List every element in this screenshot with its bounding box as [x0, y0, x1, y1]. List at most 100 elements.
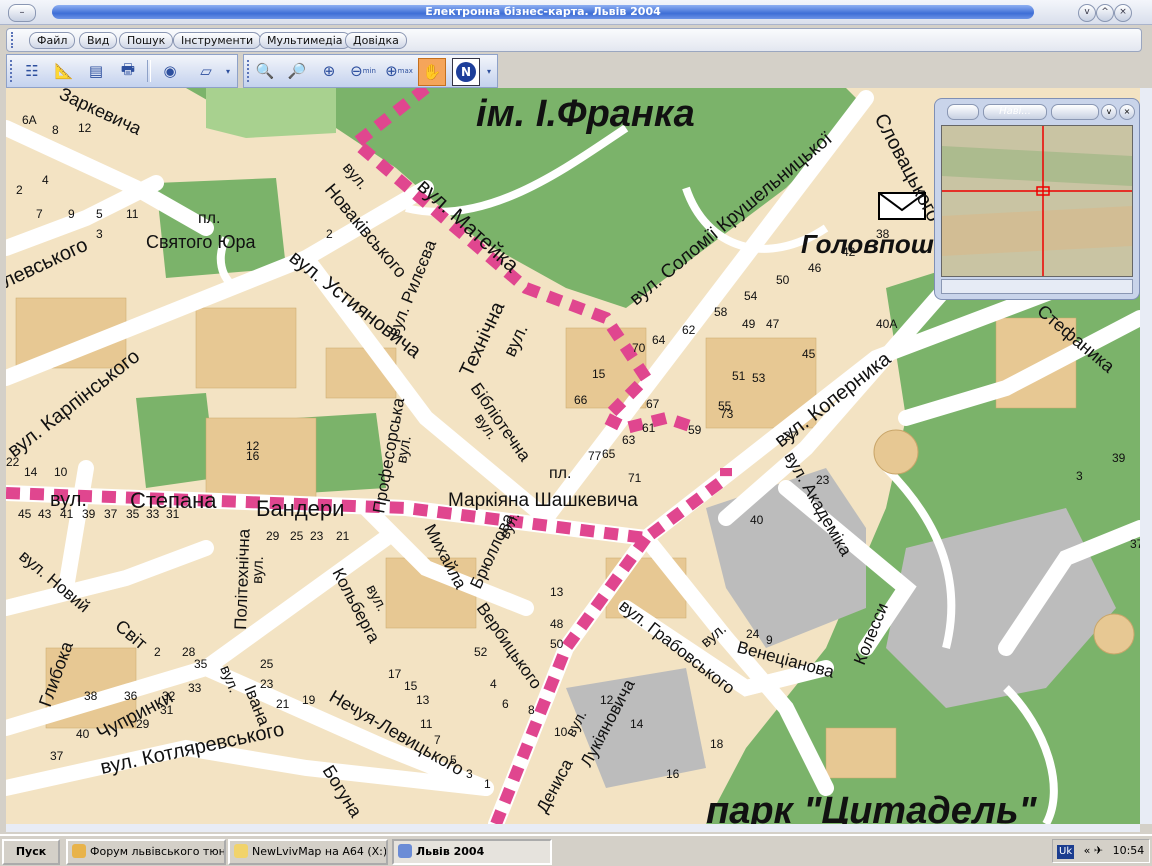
navigator-title: Наві... — [983, 104, 1047, 120]
language-indicator[interactable]: Uk — [1057, 845, 1075, 859]
house-number: 38 — [84, 689, 98, 703]
toolbar-separator — [147, 60, 151, 82]
street-ivana-prefix: вул. — [216, 663, 242, 695]
house-number: 37 — [50, 749, 64, 763]
house-number: 55 — [718, 399, 732, 413]
pan-hand-icon[interactable]: ✋ — [418, 58, 446, 86]
house-number: 45 — [18, 507, 32, 521]
house-number: 37 — [104, 507, 118, 521]
house-number: 33 — [146, 507, 160, 521]
street-novakivskoho: Новаківського — [321, 180, 411, 282]
map-vertical-scrollbar[interactable] — [1140, 88, 1152, 824]
house-number: 25 — [260, 657, 274, 671]
eye-icon[interactable]: ◉ — [157, 58, 183, 84]
house-number: 40 — [750, 513, 764, 527]
task-folder[interactable]: NewLvivMap на A64 (X:) — [228, 839, 388, 865]
house-number: 5 — [96, 207, 103, 221]
menu-tools[interactable]: Інструменти — [173, 32, 262, 49]
print-icon[interactable]: 🖶 — [115, 58, 141, 84]
menu-search[interactable]: Пошук — [119, 32, 174, 49]
eraser-icon[interactable]: ▱ — [193, 58, 219, 84]
menu-multimedia[interactable]: Мультимедіа — [259, 32, 351, 49]
tray-arrows-icon[interactable]: « — [1084, 844, 1091, 857]
house-number: 3 — [466, 767, 473, 781]
house-number: 63 — [622, 433, 636, 447]
house-number: 2 — [326, 227, 333, 241]
maximize-button[interactable]: ^ — [1096, 4, 1114, 22]
house-number: 9 — [68, 207, 75, 221]
zoom-out-icon[interactable]: 🔍 — [252, 58, 278, 84]
overview-minimap[interactable] — [941, 125, 1133, 277]
house-number: 3 — [1076, 469, 1083, 483]
house-number: 62 — [682, 323, 696, 337]
system-menu-button[interactable]: – — [8, 4, 36, 22]
house-number: 53 — [752, 371, 766, 385]
house-number: 11 — [126, 207, 139, 221]
layers-tree-icon[interactable]: ☷ — [19, 58, 45, 84]
sv-yura-name-label: Святого Юра — [146, 232, 257, 252]
zoom-min-icon[interactable]: ⊖ min — [348, 58, 378, 84]
sv-yura-pl-label: пл. — [198, 210, 220, 227]
map-horizontal-scrollbar[interactable] — [6, 824, 1140, 832]
house-number: 12 — [600, 693, 614, 707]
toolbar-overflow-icon[interactable]: ▾ — [484, 58, 494, 84]
navigator-titlebar: Наві... v × — [943, 103, 1135, 120]
house-number: 18 — [710, 737, 724, 751]
navigator-system-button[interactable] — [947, 104, 979, 120]
navigator-window[interactable]: Наві... v × — [934, 98, 1140, 300]
house-number: 3 — [96, 227, 103, 241]
task-folder-label: NewLvivMap на A64 (X:) — [252, 845, 388, 858]
house-number: 15 — [592, 367, 606, 381]
house-number: 27 — [784, 429, 798, 443]
navigator-minimize-button[interactable]: v — [1101, 104, 1117, 120]
toolbar-zoom: 🔍 🔎 ⊕ ⊖ min ⊕ max ✋ N ▾ — [243, 54, 498, 88]
house-number: 9 — [766, 633, 773, 647]
navigator-handle — [1051, 104, 1099, 120]
menu-view[interactable]: Вид — [79, 32, 118, 49]
house-number: 45 — [802, 347, 816, 361]
house-number: 11 — [420, 717, 433, 731]
close-button[interactable]: × — [1114, 4, 1132, 22]
house-number: 10 — [54, 465, 68, 479]
house-number: 42 — [842, 245, 856, 259]
menu-bar: Файл Вид Пошук Інструменти Мультимедіа Д… — [6, 28, 1142, 52]
system-tray: Uk « ✈ 10:54 — [1052, 839, 1150, 863]
menu-help[interactable]: Довідка — [345, 32, 407, 49]
street-tekhnichna-prefix: вул. — [499, 321, 531, 360]
park-citadel-label: парк "Цитадель" — [706, 790, 1038, 824]
minimize-button[interactable]: v — [1078, 4, 1096, 22]
navigator-close-button[interactable]: × — [1119, 104, 1135, 120]
house-number: 4 — [490, 677, 497, 691]
north-compass-icon[interactable]: N — [452, 58, 480, 86]
house-number: 40А — [876, 317, 897, 331]
zoom-max-icon[interactable]: ⊕ max — [384, 58, 414, 84]
house-number: 59 — [688, 423, 702, 437]
zoom-in-icon[interactable]: 🔎 — [284, 58, 310, 84]
task-lviv[interactable]: Львів 2004 — [392, 839, 552, 865]
tray-app-icon[interactable]: ✈ — [1094, 844, 1103, 857]
park-franka-label: ім. І.Франка — [476, 93, 695, 135]
house-number: 8 — [52, 123, 59, 137]
house-number: 6 — [502, 697, 509, 711]
house-number: 54 — [744, 289, 758, 303]
house-number: 24 — [746, 627, 760, 641]
house-number: 35 — [194, 657, 208, 671]
house-number: 23 — [260, 677, 274, 691]
legend-icon[interactable]: ▤ — [83, 58, 109, 84]
house-number: 4 — [42, 173, 49, 187]
house-number: 25 — [290, 529, 304, 543]
house-number: 14 — [24, 465, 38, 479]
street-zarkevycha: Заркевича — [56, 88, 145, 139]
ruler-icon[interactable]: 📐 — [51, 58, 77, 84]
task-forum[interactable]: Форум львівського тюн... — [66, 839, 226, 865]
house-number: 7 — [434, 733, 441, 747]
menu-file[interactable]: Файл — [29, 32, 76, 49]
house-number: 7 — [36, 207, 43, 221]
house-number: 6А — [22, 113, 37, 127]
toolbar-overflow-icon[interactable]: ▾ — [223, 58, 233, 84]
house-number: 52 — [474, 645, 488, 659]
start-button[interactable]: Пуск — [2, 839, 60, 865]
house-number: 38 — [876, 227, 890, 241]
zoom-window-icon[interactable]: ⊕ — [316, 58, 342, 84]
navigator-scrollbar[interactable] — [941, 279, 1133, 294]
